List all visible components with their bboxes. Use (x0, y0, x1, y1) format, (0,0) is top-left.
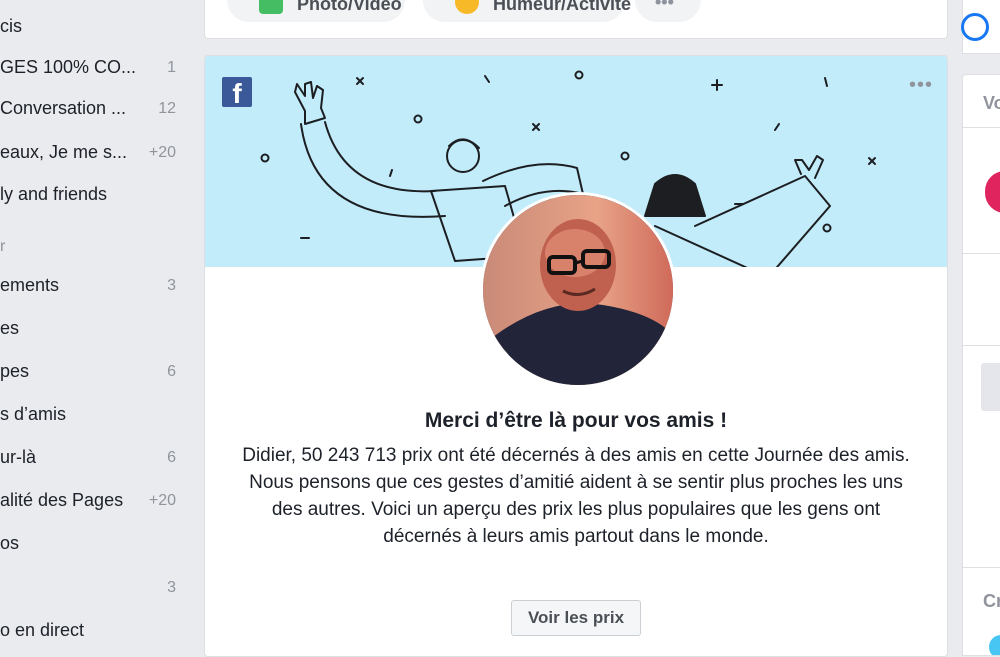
sidebar-item[interactable]: Conversation ... 12 (0, 94, 186, 124)
post-title: Merci d’être là pour vos amis ! (424, 409, 728, 432)
sidebar-item[interactable]: GES 100% CO... 1 (0, 53, 186, 83)
profile-ring-icon (961, 13, 989, 41)
sidebar-item-label: s d’amis (0, 404, 67, 424)
sidebar-item[interactable]: ur-là 6 (0, 443, 186, 473)
mood-activity-label: Humeur/Activité (493, 0, 632, 14)
sidebar-item[interactable]: o en direct (0, 616, 186, 646)
sidebar-item-label: es (0, 318, 20, 338)
post-body-text: Didier, 50 243 713 prix ont été décernés… (242, 445, 910, 547)
sidebar-item-count: +20 (148, 144, 176, 161)
sidebar-item-label: ur-là (0, 447, 37, 467)
sidebar-item-label: os (0, 533, 20, 553)
photo-video-label: Photo/Vidéo (297, 0, 402, 14)
sidebar-item[interactable]: ements 3 (0, 271, 186, 301)
sidebar-item[interactable]: os (0, 529, 186, 559)
see-awards-button[interactable]: Voir les prix (511, 600, 641, 636)
post-options-icon[interactable]: ••• (909, 74, 933, 97)
left-sidebar: cis GES 100% CO... 1 Conversation ... 12 e… (0, 0, 190, 646)
avatar-photo (483, 195, 673, 385)
sidebar-item[interactable]: ly and friends (0, 180, 186, 210)
sidebar-item[interactable]: alité des Pages +20 (0, 486, 186, 516)
friend-avatar[interactable] (480, 192, 676, 388)
sidebar-item-count: 1 (167, 59, 176, 76)
photo-video-button[interactable]: Photo/Vidéo (227, 0, 405, 22)
sidebar-item-count: 6 (167, 363, 176, 380)
action-button[interactable] (981, 363, 1000, 411)
sidebar-item-count: +20 (148, 492, 176, 509)
right-card-title: Vo (983, 93, 1000, 113)
right-card-subtitle: Cr (983, 591, 1000, 611)
divider (963, 345, 1000, 346)
friends-day-post: f ••• Merci d’être là pour vos amis ! Di… (204, 55, 948, 657)
sidebar-section-header: r (0, 238, 6, 255)
facebook-logo-icon: f (222, 77, 252, 109)
sidebar-item-label: eaux, Je me s... (0, 142, 128, 162)
sidebar-item-count: 3 (167, 277, 176, 294)
sidebar-item[interactable]: s d’amis (0, 400, 186, 430)
divider (963, 567, 1000, 568)
smiley-icon (455, 0, 479, 14)
sidebar-item-label: cis (0, 16, 22, 36)
sidebar-item-count: 6 (167, 449, 176, 466)
more-dots-icon: ••• (655, 0, 674, 12)
sidebar-item-count: 12 (158, 100, 176, 117)
sidebar-item-label: ly and friends (0, 184, 108, 204)
sidebar-item-label: o en direct (0, 620, 85, 640)
divider (963, 253, 1000, 254)
right-top-card (961, 0, 1000, 54)
sidebar-item[interactable]: cis (0, 12, 186, 42)
sidebar-item[interactable]: es (0, 314, 186, 344)
sidebar-item-count: 3 (167, 579, 176, 596)
red-badge-icon (985, 171, 1000, 213)
sidebar-item[interactable]: pes 6 (0, 357, 186, 387)
sidebar-item[interactable]: 3 (0, 573, 186, 603)
sidebar-item[interactable]: eaux, Je me s... +20 (0, 138, 186, 168)
composer-card: Photo/Vidéo Humeur/Activité ••• (204, 0, 948, 39)
mood-activity-button[interactable]: Humeur/Activité (423, 0, 631, 22)
more-options-button[interactable]: ••• (635, 0, 701, 22)
sidebar-item-label: ements (0, 275, 60, 295)
sidebar-item-label: GES 100% CO... (0, 57, 137, 77)
photo-icon (259, 0, 283, 14)
divider (963, 127, 1000, 128)
right-sidebar-card: Vo Cr (962, 74, 1000, 656)
sidebar-item-label: alité des Pages (0, 490, 124, 510)
sidebar-item-label: pes (0, 361, 30, 381)
sidebar-item-label: Conversation ... (0, 98, 127, 118)
